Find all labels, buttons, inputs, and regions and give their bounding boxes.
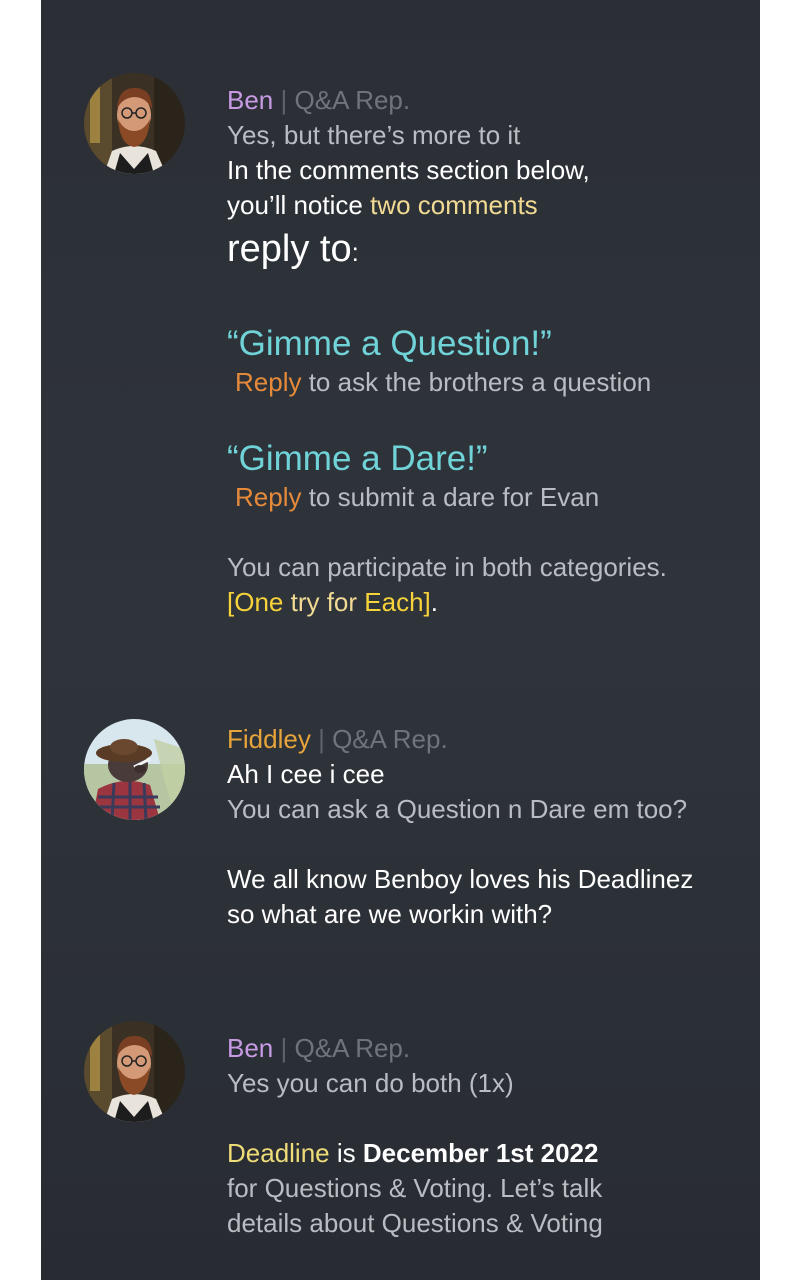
message-line: details about Questions & Voting — [227, 1208, 603, 1238]
message-line: for Questions & Voting. Let’s talk — [227, 1173, 603, 1203]
text-fragment: try for — [283, 587, 365, 617]
chat-panel: Ben | Q&A Rep. Yes, but there’s more to … — [41, 0, 760, 1280]
text-fragment: Each] — [364, 587, 431, 617]
message-body: Ben | Q&A Rep. Yes, but there’s more to … — [227, 83, 760, 620]
message-line: “Gimme a Dare!” — [227, 438, 760, 480]
message-line: Reply to ask the brothers a question — [227, 365, 760, 400]
header-separator: | — [280, 85, 288, 115]
message-line: Reply to submit a dare for Evan — [227, 480, 760, 515]
message-line: [One try for Each]. — [227, 585, 760, 620]
message-line: You can participate in both categories. — [227, 552, 667, 582]
message-header: Ben | Q&A Rep. — [227, 83, 760, 118]
author-role: Q&A Rep. — [332, 724, 448, 754]
message-line: We all know Benboy loves his Deadlinez — [227, 864, 694, 894]
text-fragment: [One — [227, 587, 284, 617]
text-fragment: to ask the brothers a question — [301, 367, 652, 397]
message-body: Ben | Q&A Rep. Yes you can do both (1x) … — [227, 1031, 760, 1241]
message-line: Yes you can do both (1x) — [227, 1068, 514, 1098]
message-line: “Gimme a Question!” — [227, 323, 760, 365]
deadline-date: December 1st 2022 — [362, 1138, 599, 1168]
message-line: reply to: — [227, 223, 760, 275]
message-line: Yes, but there’s more to it — [227, 120, 521, 150]
message-line: you’ll notice two comments — [227, 188, 760, 223]
dare-category-title: “Gimme a Dare!” — [227, 439, 488, 478]
ben-avatar-icon[interactable] — [84, 73, 185, 174]
text-fragment: you’ll notice — [227, 190, 371, 220]
text-fragment: : — [351, 237, 359, 267]
message-body: Fiddley | Q&A Rep. Ah I cee i cee You ca… — [227, 722, 760, 932]
fiddley-avatar-icon[interactable] — [84, 719, 185, 820]
question-category-title: “Gimme a Question!” — [227, 324, 552, 363]
reply-to-text: reply to — [227, 228, 352, 270]
message-header: Fiddley | Q&A Rep. — [227, 722, 760, 757]
message-header: Ben | Q&A Rep. — [227, 1031, 760, 1066]
ben-avatar-icon[interactable] — [84, 1021, 185, 1122]
author-role: Q&A Rep. — [294, 1033, 411, 1063]
message-line: Deadline is December 1st 2022 — [227, 1136, 760, 1171]
author-role: Q&A Rep. — [294, 85, 411, 115]
message-line: Ah I cee i cee — [227, 759, 385, 789]
reply-dare-link[interactable]: Reply — [235, 482, 301, 512]
text-fragment: is — [329, 1138, 363, 1168]
author-name[interactable]: Ben — [227, 1033, 273, 1063]
highlight-two-comments: two comments — [370, 190, 538, 220]
reply-question-link[interactable]: Reply — [235, 367, 301, 397]
header-separator: | — [318, 724, 325, 754]
deadline-label: Deadline — [227, 1138, 330, 1168]
message-line: In the comments section below, — [227, 155, 590, 185]
message-line: so what are we workin with? — [227, 899, 553, 929]
author-name[interactable]: Ben — [227, 85, 273, 115]
header-separator: | — [280, 1033, 288, 1063]
author-name[interactable]: Fiddley — [227, 724, 311, 754]
text-fragment: . — [430, 587, 439, 617]
text-fragment: to submit a dare for Evan — [301, 482, 600, 512]
message-line: You can ask a Question n Dare em too? — [227, 794, 688, 824]
